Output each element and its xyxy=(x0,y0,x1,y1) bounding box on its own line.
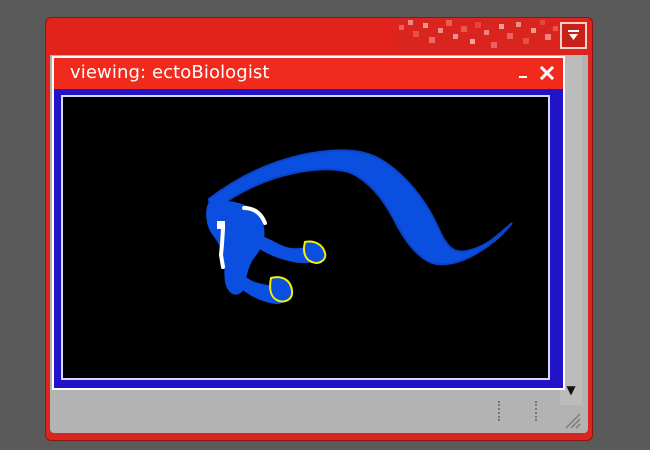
viewer-title: viewing: ectoBiologist xyxy=(70,62,270,83)
figure-hand xyxy=(217,221,225,229)
viewer-titlebar[interactable]: viewing: ectoBiologist xyxy=(54,58,563,88)
minimize-button[interactable] xyxy=(515,65,531,81)
image-viewport xyxy=(61,95,550,380)
close-icon xyxy=(539,65,555,81)
viewer-content-frame xyxy=(54,89,563,388)
status-separator-right xyxy=(535,401,539,421)
outer-window-menu-button[interactable] xyxy=(560,22,587,49)
ectobiologist-figure xyxy=(206,149,513,304)
pixel-noise-decoration xyxy=(395,19,565,54)
figure-arm-white-left xyxy=(218,227,225,269)
viewer-window: viewing: ectoBiologist xyxy=(52,56,565,390)
window-menu-icon xyxy=(568,30,579,40)
resize-grip-icon[interactable] xyxy=(562,410,582,430)
status-separator-left xyxy=(498,401,502,421)
close-button[interactable] xyxy=(538,64,556,82)
figure-shoe-left xyxy=(269,276,294,303)
outer-titlebar[interactable] xyxy=(47,19,591,54)
minimize-icon xyxy=(519,76,527,78)
figure-shoe-right xyxy=(302,240,327,264)
